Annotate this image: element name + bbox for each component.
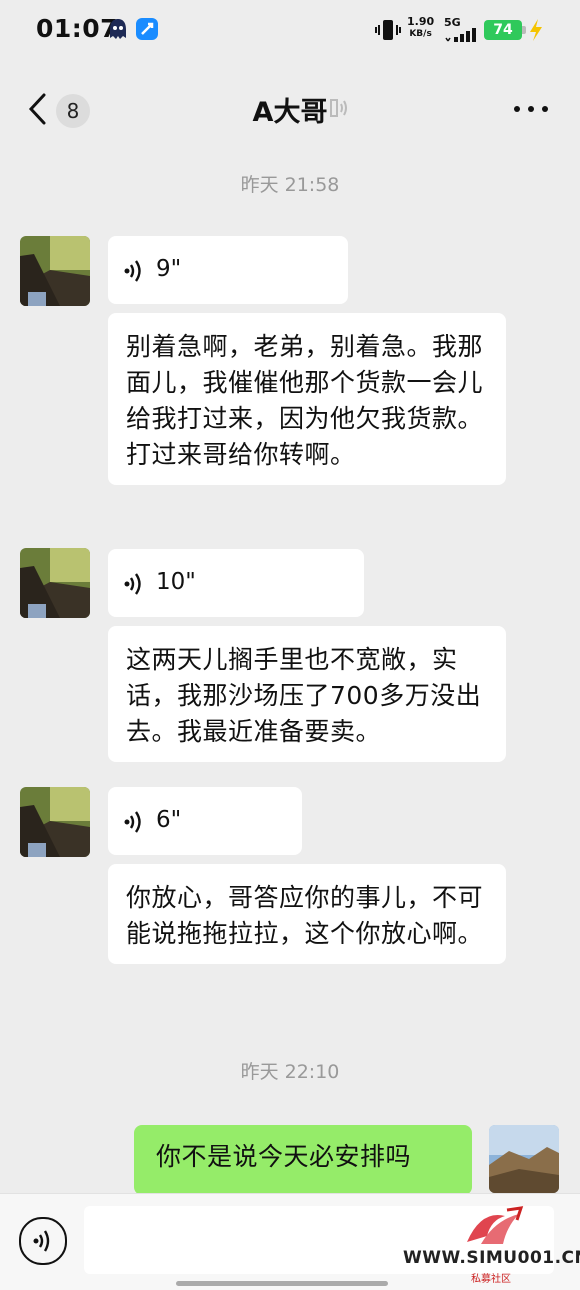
transcription-text: 这两天儿搁手里也不宽敞，实话，我那沙场压了700多万没出去。我最近准备要卖。 [126,645,482,746]
charging-bolt-icon [530,19,542,41]
voice-message-bubble[interactable]: 10" [108,549,364,617]
signal-indicator: 5G [444,16,480,42]
chat-title: A大哥 [252,97,328,128]
contact-avatar[interactable] [20,548,90,618]
home-indicator[interactable] [176,1281,388,1286]
contact-avatar[interactable] [20,236,90,306]
message-timestamp: 昨天 22:10 [240,1061,340,1083]
watermark-site: WWW.SIMU001.CN [403,1248,580,1268]
my-avatar[interactable] [489,1125,559,1193]
voice-message-bubble[interactable]: 9" [108,236,348,304]
transcription-bubble[interactable]: 你放心，哥答应你的事儿，不可能说拖拖拉拉，这个你放心啊。 [108,864,506,964]
voice-duration: 10" [156,569,196,595]
watermark-sub: 私募社区 [471,1274,511,1285]
watermark-logo-icon [467,1206,524,1244]
transcription-bubble[interactable]: 别着急啊，老弟，别着急。我那面儿，我催催他那个货款一会儿给我打过来，因为他欠我货… [108,313,506,485]
ghost-app-icon [110,19,126,39]
status-time: 01:07 [36,14,119,43]
sent-message-text: 你不是说今天必安排吗 [156,1142,412,1171]
message-timestamp: 昨天 21:58 [240,174,340,196]
voice-wave-icon [33,1230,50,1252]
sent-message-bubble[interactable]: 你不是说今天必安排吗 [134,1125,472,1195]
net-speed-value: 1.90 [407,15,435,28]
earpiece-mode-icon [330,99,347,117]
voice-wave-icon [124,811,141,833]
status-bar: 01:07 1.90 KB/s 5G 74 [0,0,580,64]
voice-duration: 6" [156,807,182,833]
net-speed-unit: KB/s [409,29,432,39]
voice-message-bubble[interactable]: 6" [108,787,302,855]
transcription-text: 别着急啊，老弟，别着急。我那面儿，我催催他那个货款一会儿给我打过来，因为他欠我货… [126,332,484,469]
battery-tip [522,26,526,34]
net-speed: 1.90 KB/s [407,16,434,40]
app-notification-icon [136,18,158,40]
transcription-text: 你放心，哥答应你的事儿，不可能说拖拖拉拉，这个你放心啊。 [126,883,484,948]
voice-input-button[interactable] [19,1217,67,1265]
voice-wave-icon [124,573,141,595]
more-options-icon[interactable] [514,104,548,114]
contact-avatar[interactable] [20,787,90,857]
chat-header: 8 A大哥 [0,64,580,152]
transcription-bubble[interactable]: 这两天儿搁手里也不宽敞，实话，我那沙场压了700多万没出去。我最近准备要卖。 [108,626,506,762]
battery-level: 74 [484,20,522,40]
voice-wave-icon [124,260,141,282]
voice-duration: 9" [156,256,182,282]
signal-bars-icon [445,28,476,42]
vibrate-icon [375,20,401,40]
watermark: WWW.SIMU001.CN 私募社区 [403,1204,580,1286]
